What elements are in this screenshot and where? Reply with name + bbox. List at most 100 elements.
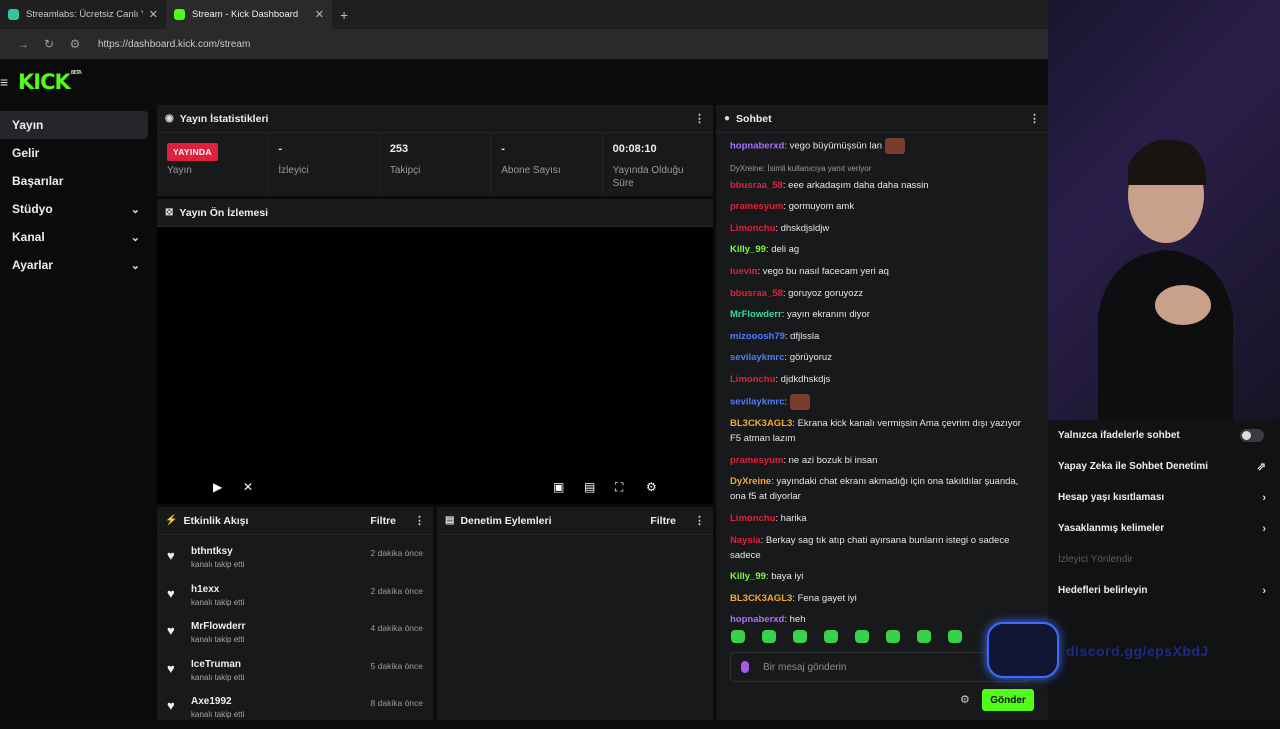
- chat-setting-row[interactable]: Yapay Zeka ile Sohbet Denetimi ⇗: [1048, 451, 1280, 482]
- chat-text: : Berkay sag tık atıp chati ayırsana bun…: [730, 534, 1010, 561]
- follower-name[interactable]: MrFlowderr: [191, 621, 245, 632]
- chat-message: DyXreine: yayındaki chat ekranı akmadığı…: [730, 474, 1034, 504]
- close-tab-icon[interactable]: ✕: [315, 8, 324, 21]
- sidebar-item-ayarlar[interactable]: Ayarlar ⌄: [0, 251, 148, 279]
- follower-name[interactable]: IceTruman: [191, 659, 244, 670]
- chat-settings-panel: Yalnızca ifadelerle sohbet Yapay Zeka ile…: [1048, 420, 1280, 720]
- filter-button[interactable]: Filtre: [370, 515, 396, 527]
- more-options-icon[interactable]: ⋮: [694, 514, 705, 527]
- emote-icon[interactable]: [886, 630, 900, 643]
- more-options-icon[interactable]: ⋮: [414, 514, 425, 527]
- streamer-image: [1098, 139, 1233, 420]
- chat-username[interactable]: Limonchu: [730, 513, 775, 524]
- chevron-right-icon: ›: [1262, 584, 1266, 597]
- chat-setting-row: İzleyici Yönlendir: [1048, 544, 1280, 575]
- chat-username[interactable]: pramesyum: [730, 455, 783, 466]
- chat-username[interactable]: BL3CK3AGL3: [730, 418, 792, 429]
- activity-time: 2 dakika önce: [370, 585, 423, 596]
- activity-description: kanalı takip etti: [191, 560, 245, 569]
- url-field[interactable]: https://dashboard.kick.com/stream: [98, 39, 250, 50]
- sidebar-item-yayin[interactable]: Yayın: [0, 111, 148, 139]
- sidebar: Yayın Gelir Başarılar Stüdyo ⌄ Kanal ⌄ Aya…: [0, 111, 148, 279]
- chat-username[interactable]: Limonchu: [730, 223, 775, 234]
- chat-username[interactable]: Killy_99: [730, 571, 766, 582]
- chat-message: Killy_99: deli ag: [730, 242, 1034, 257]
- menu-icon[interactable]: ≡: [0, 74, 14, 90]
- activity-text: Axe1992 kanalı takip etti: [191, 696, 244, 719]
- emote-icon[interactable]: [762, 630, 776, 643]
- sidebar-item-basarilar[interactable]: Başarılar: [0, 167, 148, 195]
- emote-icon[interactable]: [824, 630, 838, 643]
- emote-image-icon: [790, 393, 811, 410]
- sidebar-item-gelir[interactable]: Gelir: [0, 139, 148, 167]
- preview-header: ⊠ Yayın Ön İzlemesi: [157, 199, 713, 227]
- follower-name[interactable]: h1exx: [191, 584, 244, 595]
- fullscreen-icon[interactable]: ⛶: [615, 480, 623, 495]
- chat-username[interactable]: iuevin: [730, 266, 757, 277]
- activity-panel: ⚡ Etkinlik Akışı Filtre ⋮ ♥ bthntksy kanalı…: [157, 507, 433, 720]
- stats-row: YAYINDA Yayın - İzleyici 253 Takipçi - A…: [157, 133, 713, 195]
- site-settings-icon[interactable]: ⚙: [62, 37, 88, 51]
- emote-icon[interactable]: [793, 630, 807, 643]
- chat-username[interactable]: hopnaberxd: [730, 141, 784, 152]
- chat-input[interactable]: Bir mesaj gönderin: [730, 652, 1030, 682]
- emote-icon[interactable]: [917, 630, 931, 643]
- tab-title: Streamlabs: Ücretsiz Canlı Yayın: [26, 9, 143, 20]
- chat-username[interactable]: hopnaberxd: [730, 614, 784, 625]
- send-button[interactable]: Gönder: [982, 689, 1034, 711]
- browser-tab-streamlabs[interactable]: Streamlabs: Ücretsiz Canlı Yayın ✕: [0, 0, 166, 29]
- chat-username[interactable]: pramesyum: [730, 201, 783, 212]
- panel-title: Sohbet: [736, 112, 772, 125]
- chat-username[interactable]: sevilaykmrc: [730, 352, 784, 363]
- chat-text: : baya iyi: [765, 571, 804, 583]
- setting-label: Yapay Zeka ile Sohbet Denetimi: [1058, 461, 1209, 472]
- chat-header: ● Sohbet ⋮: [716, 105, 1048, 133]
- chat-username[interactable]: sevilaykmrc: [730, 396, 784, 407]
- forward-icon[interactable]: →: [10, 37, 36, 51]
- chat-username[interactable]: BL3CK3AGL3: [730, 593, 792, 604]
- chat-username[interactable]: Limonchu: [730, 374, 775, 385]
- chat-setting-row[interactable]: Yasaklanmış kelimeler ›: [1048, 513, 1280, 544]
- more-options-icon[interactable]: ⋮: [1029, 112, 1040, 125]
- toggle-switch[interactable]: [1240, 429, 1264, 442]
- browser-tab-kick[interactable]: Stream - Kick Dashboard ✕: [166, 0, 332, 29]
- preview-icon: ⊠: [165, 207, 174, 218]
- chat-messages: hopnaberxd: vego büyümüşsün lan DyXreine:…: [716, 133, 1048, 627]
- chat-username[interactable]: MrFlowderr: [730, 309, 782, 320]
- close-tab-icon[interactable]: ✕: [149, 8, 158, 21]
- follower-name[interactable]: Axe1992: [191, 696, 244, 707]
- chat-username[interactable]: DyXreine: [730, 476, 771, 487]
- more-options-icon[interactable]: ⋮: [694, 112, 705, 125]
- play-icon[interactable]: ▶: [213, 480, 222, 494]
- chat-username[interactable]: Killy_99: [730, 244, 766, 255]
- filter-button[interactable]: Filtre: [650, 515, 676, 527]
- chat-setting-row[interactable]: Hesap yaşı kısıtlaması ›: [1048, 482, 1280, 513]
- chat-username[interactable]: mizooosh79: [730, 331, 785, 342]
- stat-subscribers: - Abone Sayısı: [491, 133, 603, 195]
- chat-username[interactable]: bbusraa_58: [730, 180, 783, 191]
- chevron-down-icon: ⌄: [130, 203, 140, 216]
- follower-name[interactable]: bthntksy: [191, 546, 244, 557]
- chat-setting-row[interactable]: Yalnızca ifadelerle sohbet: [1048, 420, 1280, 451]
- chat-settings-icon[interactable]: ⚙: [960, 693, 970, 706]
- chat-username[interactable]: bbusraa_58: [730, 288, 783, 299]
- chevron-right-icon: ›: [1262, 522, 1266, 535]
- panel-title: Yayın Ön İzlemesi: [179, 206, 269, 219]
- settings-icon[interactable]: ⚙: [646, 480, 657, 494]
- emote-icon[interactable]: [855, 630, 869, 643]
- sidebar-item-kanal[interactable]: Kanal ⌄: [0, 223, 148, 251]
- emote-icon[interactable]: [948, 630, 962, 643]
- setting-label: Hesap yaşı kısıtlaması: [1058, 492, 1165, 503]
- kick-logo[interactable]: KICKBETA: [18, 70, 82, 94]
- pip-icon[interactable]: ▣: [553, 480, 564, 494]
- emote-icon[interactable]: [731, 630, 745, 643]
- new-tab-icon[interactable]: +: [340, 7, 348, 23]
- reload-icon[interactable]: ↻: [36, 37, 62, 51]
- chat-setting-row[interactable]: Hedefleri belirleyin ›: [1048, 575, 1280, 606]
- theater-icon[interactable]: ▤: [584, 480, 595, 494]
- chat-username[interactable]: Naysia: [730, 535, 761, 546]
- sidebar-item-studyo[interactable]: Stüdyo ⌄: [0, 195, 148, 223]
- video-player[interactable]: ▶ ✕ ▣ ▤ ⛶ ⚙: [157, 227, 713, 504]
- mute-icon[interactable]: ✕: [243, 480, 253, 494]
- setting-label: Yalnızca ifadelerle sohbet: [1058, 430, 1180, 441]
